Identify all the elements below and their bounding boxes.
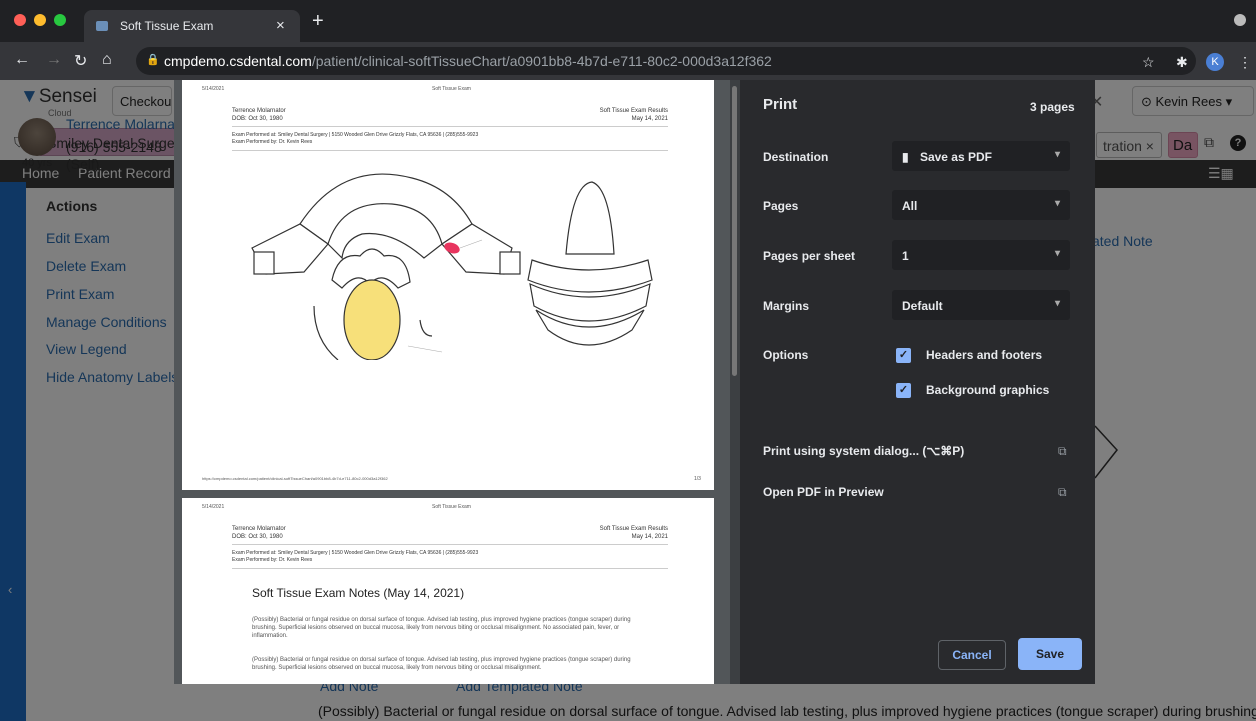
system-dialog-link[interactable]: Print using system dialog... (⌥⌘P) [763, 444, 964, 458]
pharynx-band-1 [527, 259, 653, 293]
back-arrow-icon[interactable]: ← [14, 51, 30, 69]
browser-menu-icon[interactable]: ⋮ [1238, 54, 1252, 71]
print-footer-page: 1/3 [694, 476, 701, 482]
notes-heading: Soft Tissue Exam Notes (May 14, 2021) [252, 586, 465, 600]
headers-footers-label[interactable]: Headers and footers [926, 348, 1042, 362]
page-date: 5/14/2021 [202, 86, 225, 92]
print2-patient-name: Terrence Molarnator [232, 526, 286, 532]
cancel-button[interactable]: Cancel [938, 640, 1006, 670]
pages-per-sheet-select[interactable]: 1 ▾ [892, 240, 1070, 270]
print2-performed-by: Exam Performed by: Dr. Kevin Rees [232, 557, 313, 563]
forward-arrow-icon[interactable]: → [46, 51, 62, 69]
url-domain: cmpdemo.csdental.com [164, 53, 312, 69]
minimize-window-button[interactable] [34, 14, 46, 26]
floor-right [419, 319, 433, 337]
page2-center-title: Soft Tissue Exam [432, 504, 471, 510]
destination-label: Destination [763, 150, 829, 164]
external-link-icon[interactable]: ⧉ [1058, 485, 1067, 500]
page2-date: 5/14/2021 [202, 504, 225, 510]
print-performed-by: Exam Performed by: Dr. Kevin Rees [232, 139, 313, 145]
floor-left [313, 305, 339, 360]
reload-icon[interactable]: ↻ [74, 51, 87, 71]
page-count: 3 pages [1030, 100, 1075, 114]
print2-results-title: Soft Tissue Exam Results [599, 526, 668, 532]
print-dob: DOB: Oct 30, 1980 [232, 116, 283, 122]
options-label: Options [763, 348, 809, 362]
tongue-top-view [565, 181, 615, 255]
new-tab-button[interactable]: + [312, 10, 324, 33]
pages-per-sheet-label: Pages per sheet [763, 249, 856, 263]
margins-label: Margins [763, 299, 810, 313]
print-note-1: (Possibly) Bacterial or fungal residue o… [252, 617, 631, 639]
print-performed-at: Exam Performed at: Smiley Dental Surgery… [232, 132, 479, 138]
save-button[interactable]: Save [1018, 638, 1082, 670]
extensions-puzzle-icon[interactable]: ✱ [1176, 54, 1188, 71]
print-results-date: May 14, 2021 [631, 116, 668, 122]
pages-select[interactable]: All ▾ [892, 190, 1070, 220]
tab-title: Soft Tissue Exam [120, 19, 214, 33]
print-footer-url: https://cmpdemo.csdental.com/patient/cli… [202, 476, 388, 481]
print-patient-name: Terrence Molarnator [232, 108, 286, 114]
background-graphics-checkbox[interactable]: ✓ [896, 383, 911, 398]
print-preview-area[interactable]: 5/14/2021 Soft Tissue Exam Terrence Mola… [174, 80, 740, 684]
page-center-title: Soft Tissue Exam [432, 86, 471, 92]
margins-select[interactable]: Default ▾ [892, 290, 1070, 320]
destination-select[interactable]: ▮ Save as PDF ▾ [892, 141, 1070, 171]
cheek-right [499, 251, 521, 275]
address-bar-row: ← → ↻ ⌂ 🔒 cmpdemo.csdental.com/patient/c… [0, 42, 1256, 80]
url-input[interactable]: 🔒 cmpdemo.csdental.com/patient/clinical-… [136, 47, 1196, 75]
tab-close-icon[interactable]: × [276, 17, 285, 34]
tongue-shape [343, 279, 401, 360]
home-icon[interactable]: ⌂ [102, 51, 112, 69]
pages-label: Pages [763, 199, 799, 213]
preview-page-1: 5/14/2021 Soft Tissue Exam Terrence Mola… [182, 80, 714, 490]
cheek-left [253, 251, 275, 275]
tab-favicon-icon [96, 21, 108, 31]
chevron-down-icon: ▾ [1054, 248, 1060, 259]
print-note-2: (Possibly) Bacterial or fungal residue o… [252, 657, 631, 671]
open-pdf-preview-link[interactable]: Open PDF in Preview [763, 485, 884, 499]
print-title: Print [763, 96, 798, 113]
lock-icon: 🔒 [146, 54, 160, 66]
chrome-menu-icon[interactable] [1234, 14, 1246, 26]
background-graphics-label[interactable]: Background graphics [926, 383, 1049, 397]
chevron-down-icon: ▾ [1054, 298, 1060, 309]
bookmark-star-icon[interactable]: ☆ [1142, 54, 1155, 71]
soft-tissue-diagram [251, 173, 653, 360]
browser-tab-bar: Soft Tissue Exam × + [0, 0, 1256, 42]
print2-performed-at: Exam Performed at: Smiley Dental Surgery… [232, 550, 479, 556]
preview-scrollbar[interactable] [730, 80, 740, 684]
print-results-title: Soft Tissue Exam Results [599, 108, 668, 114]
preview-page-2: 5/14/2021 Soft Tissue Exam Terrence Mola… [182, 498, 714, 684]
profile-avatar[interactable]: K [1206, 53, 1224, 71]
maximize-window-button[interactable] [54, 14, 66, 26]
chevron-down-icon: ▾ [1054, 149, 1060, 160]
print-settings-panel: Print 3 pages Destination ▮ Save as PDF ▾… [740, 80, 1095, 684]
browser-tab[interactable]: Soft Tissue Exam × [84, 10, 300, 42]
print2-dob: DOB: Oct 30, 1980 [232, 534, 283, 540]
print2-results-date: May 14, 2021 [631, 534, 668, 540]
close-window-button[interactable] [14, 14, 26, 26]
url-path: /patient/clinical-softTissueChart/a0901b… [311, 53, 772, 69]
chevron-down-icon: ▾ [1054, 198, 1060, 209]
document-icon: ▮ [902, 150, 912, 164]
headers-footers-checkbox[interactable]: ✓ [896, 348, 911, 363]
external-link-icon[interactable]: ⧉ [1058, 444, 1067, 459]
